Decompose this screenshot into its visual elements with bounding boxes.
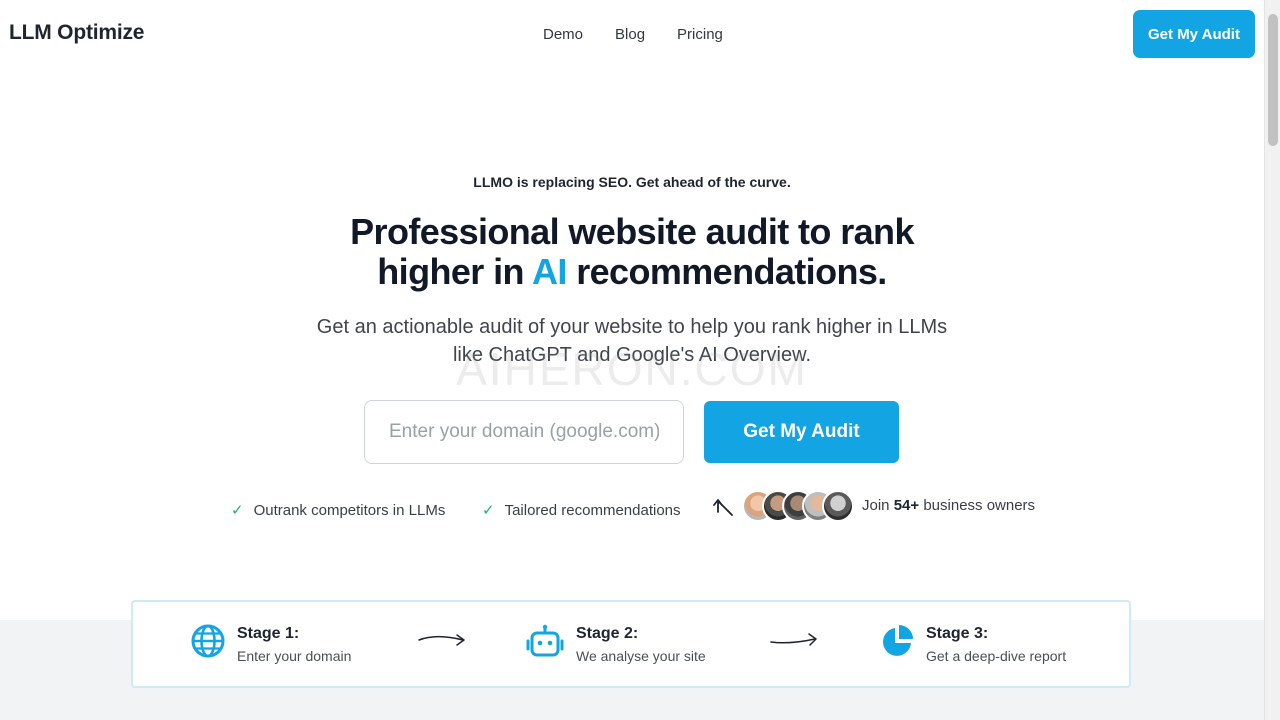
curved-arrow-icon (713, 499, 733, 516)
stage-item: Stage 1: Enter your domain (191, 624, 351, 668)
domain-input[interactable] (364, 400, 684, 464)
check-icon: ✓ (482, 502, 495, 519)
stage-desc: We analyse your site (576, 648, 706, 664)
arrow-right-icon (770, 633, 817, 646)
social-prefix: Join (862, 497, 890, 514)
feature-label: Tailored recommendations (504, 501, 681, 519)
feature-label: Outrank competitors in LLMs (253, 501, 446, 519)
page-scrollbar[interactable] (1264, 0, 1280, 720)
hero-title: Professional website audit to rank highe… (0, 212, 1264, 292)
hero-title-line1: Professional website audit to rank (350, 211, 914, 252)
hero-kicker: LLMO is replacing SEO. Get ahead of the … (473, 174, 791, 190)
stages-card: Stage 1: Enter your domain Stage 2: We a… (131, 600, 1131, 688)
stage-title: Stage 3: (926, 625, 989, 642)
get-audit-button[interactable]: Get My Audit (704, 401, 899, 463)
social-proof: Join 54+ business owners (862, 497, 1035, 514)
social-suffix: business owners (923, 497, 1036, 514)
avatar (822, 490, 854, 522)
nav-pricing[interactable]: Pricing (677, 26, 723, 43)
logo[interactable]: LLM Optimize (9, 21, 144, 45)
globe-icon (191, 624, 225, 658)
nav-demo[interactable]: Demo (543, 26, 583, 43)
stage-item: Stage 3: Get a deep-dive report (880, 624, 1066, 668)
scrollbar-thumb[interactable] (1268, 14, 1278, 146)
social-count: 54+ (893, 497, 920, 514)
stage-item: Stage 2: We analyse your site (526, 624, 706, 668)
hero-title-suffix: recommendations. (576, 251, 887, 292)
hero-title-highlight: AI (531, 251, 567, 292)
check-icon: ✓ (231, 502, 244, 519)
hero-title-prefix: higher in (377, 251, 524, 292)
arrow-right-icon (418, 634, 465, 646)
hero-subtitle: Get an actionable audit of your website … (316, 316, 948, 366)
stage-title: Stage 1: (237, 625, 300, 642)
pie-chart-icon (883, 625, 913, 656)
nav-blog[interactable]: Blog (615, 26, 645, 43)
feature-item: ✓ Tailored recommendations (482, 501, 681, 520)
avatar-stack (742, 490, 854, 522)
site-header: LLM Optimize Demo Blog Pricing Get My Au… (0, 0, 1264, 68)
header-get-audit-button[interactable]: Get My Audit (1133, 10, 1255, 58)
robot-icon (526, 624, 564, 657)
feature-item: ✓ Outrank competitors in LLMs (231, 501, 446, 520)
main-nav: Demo Blog Pricing (543, 26, 723, 43)
stage-desc: Enter your domain (237, 648, 352, 664)
stage-title: Stage 2: (576, 625, 639, 642)
stage-desc: Get a deep-dive report (926, 648, 1067, 664)
